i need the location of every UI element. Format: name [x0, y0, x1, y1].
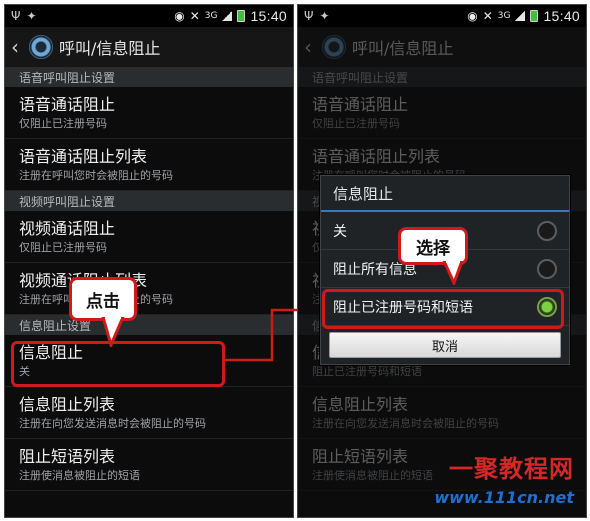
- radio-icon[interactable]: [537, 258, 557, 279]
- section-header-voice: 语音呼叫阻止设置: [298, 67, 586, 87]
- usb-icon: Ψ: [304, 9, 314, 23]
- settings-gear-icon: [322, 35, 346, 59]
- item-title: 语音通话阻止列表: [312, 146, 441, 166]
- option-label: 关: [333, 223, 347, 240]
- eye-icon: ◉: [467, 9, 478, 23]
- cancel-button[interactable]: 取消: [329, 332, 561, 358]
- signal-icon: [515, 11, 526, 21]
- status-bar: Ψ ✦ ◉ ✕ 3G 15:40: [298, 5, 586, 27]
- select-highlight-box: [322, 289, 564, 329]
- title-bar: ‹ 呼叫/信息阻止: [298, 27, 586, 67]
- dialog-footer: 取消: [321, 326, 569, 364]
- watermark-brand: 一聚教程网: [449, 454, 574, 483]
- select-callout-text: 选择: [416, 238, 450, 259]
- battery-icon: [530, 10, 539, 22]
- list-item-message-block-list: 信息阻止列表 注册在向您发送消息时会被阻止的号码: [298, 387, 586, 439]
- item-title: 信息阻止列表: [312, 394, 409, 414]
- back-chevron-icon: ‹: [304, 35, 312, 59]
- clock: 15:40: [543, 8, 580, 24]
- radio-icon[interactable]: [537, 220, 557, 241]
- item-title: 语音通话阻止: [312, 94, 409, 114]
- mute-icon: ✕: [482, 9, 493, 23]
- right-screen: Ψ ✦ ◉ ✕ 3G 15:40 ‹ 呼叫/信息阻止 语音呼叫阻止设置 语音通话阻…: [297, 4, 587, 518]
- dialog-title: 信息阻止: [321, 176, 569, 212]
- page-title: 呼叫/信息阻止: [352, 39, 454, 58]
- item-subtitle: 阻止已注册号码和短语: [312, 364, 422, 378]
- item-subtitle: 仅阻止已注册号码: [312, 116, 400, 130]
- app-notification-icon: ✦: [319, 9, 330, 23]
- callout-tail-right: [442, 261, 464, 285]
- watermark: 一聚教程网 www.111cn.net: [420, 447, 580, 511]
- item-subtitle: 注册在向您发送消息时会被阻止的号码: [312, 416, 499, 430]
- select-callout: 选择: [398, 227, 468, 265]
- watermark-url: www.111cn.net: [434, 488, 574, 507]
- list-item-voice-block: 语音通话阻止 仅阻止已注册号码: [298, 87, 586, 139]
- network-label: 3G: [497, 11, 511, 21]
